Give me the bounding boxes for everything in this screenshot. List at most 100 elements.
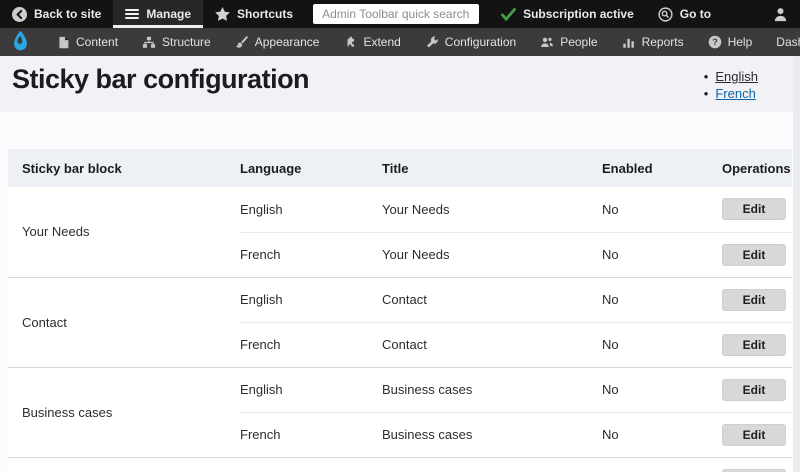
edit-button[interactable]: Edit — [722, 423, 786, 446]
admin-toolbar: Back to site Manage Shortcuts Subscripti… — [0, 0, 800, 28]
subscription-status-label: Subscription active — [523, 7, 634, 21]
operations-cell: Edit — [722, 232, 792, 278]
title-cell: Find an office — [382, 457, 602, 472]
operations-cell: Edit — [722, 367, 792, 413]
star-icon — [215, 7, 230, 21]
language-link-english[interactable]: English — [715, 69, 758, 84]
enabled-cell: No — [602, 277, 722, 323]
table-row: Business cases English Business cases No… — [8, 367, 792, 458]
edit-button[interactable]: Edit — [722, 468, 786, 472]
edit-button[interactable]: Edit — [722, 198, 786, 221]
people-icon — [541, 37, 554, 47]
enabled-cell: No — [602, 322, 722, 368]
page-title: Sticky bar configuration — [12, 64, 310, 94]
edit-button[interactable]: Edit — [722, 378, 786, 401]
bar-chart-icon — [622, 38, 634, 48]
language-cell: French — [240, 232, 382, 278]
menu-item-structure[interactable]: Structure — [130, 28, 223, 56]
enabled-cell: No — [602, 412, 722, 458]
go-to-label: Go to — [679, 7, 712, 21]
menu-item-label: Extend — [363, 35, 401, 49]
menu-item-label: Configuration — [444, 35, 517, 49]
drupal-logo-icon[interactable] — [10, 30, 31, 54]
language-cell: English — [240, 187, 382, 233]
back-to-site-label: Back to site — [34, 7, 102, 21]
admin-menu-bar: Content Structure Appearance Extend Conf… — [0, 28, 800, 56]
menu-item-reports[interactable]: Reports — [610, 28, 696, 56]
enabled-cell: No — [602, 457, 722, 472]
table-group-business-cases: Business cases English Business cases No… — [8, 367, 792, 458]
file-icon — [59, 36, 69, 48]
title-cell: Business cases — [382, 367, 602, 413]
menu-item-appearance[interactable]: Appearance — [223, 28, 332, 56]
manage-tab[interactable]: Manage — [113, 0, 204, 28]
enabled-cell: No — [602, 187, 722, 233]
table-group-your-needs: Your Needs English Your Needs No Edit Fr… — [8, 187, 792, 278]
operations-cell: Edit — [722, 277, 792, 323]
chevron-left-circle-icon — [12, 6, 27, 22]
column-header-language: Language — [240, 149, 382, 187]
shortcuts-label: Shortcuts — [237, 7, 294, 21]
table-group-find-an-office: English Find an office No Edit — [8, 457, 792, 472]
table-header-row: Sticky bar block Language Title Enabled … — [8, 149, 792, 187]
sitemap-icon — [142, 36, 156, 48]
title-cell: Contact — [382, 322, 602, 368]
drupal-admin-screen: Back to site Manage Shortcuts Subscripti… — [0, 0, 800, 472]
menu-item-label: Structure — [162, 35, 211, 49]
operations-cell: Edit — [722, 322, 792, 368]
language-switcher: English French — [704, 68, 758, 102]
block-name-cell: Business cases — [8, 367, 240, 458]
puzzle-icon — [348, 36, 355, 47]
operations-cell: Edit — [722, 187, 792, 233]
shortcuts-button[interactable]: Shortcuts — [203, 0, 305, 28]
column-header-block: Sticky bar block — [8, 149, 240, 187]
wrench-icon — [426, 36, 438, 48]
paintbrush-icon — [235, 35, 248, 48]
sticky-bar-table: Sticky bar block Language Title Enabled … — [8, 149, 792, 472]
title-cell: Contact — [382, 277, 602, 323]
menu-item-people[interactable]: People — [528, 28, 609, 56]
go-to-button[interactable]: Go to — [646, 0, 723, 28]
scrollbar[interactable] — [793, 56, 800, 472]
page-header: Sticky bar configuration English French — [0, 56, 800, 112]
table-row: English Find an office No Edit — [8, 457, 792, 472]
column-header-title: Title — [382, 149, 602, 187]
enabled-cell: No — [602, 232, 722, 278]
edit-button[interactable]: Edit — [722, 333, 786, 356]
svg-text:?: ? — [712, 37, 718, 47]
magnifier-circle-icon — [658, 6, 673, 22]
language-item-french: French — [704, 85, 758, 102]
enabled-cell: No — [602, 367, 722, 413]
checkmark-icon — [501, 7, 516, 21]
menu-item-label: Appearance — [254, 35, 320, 49]
menu-item-label: People — [560, 35, 598, 49]
menu-item-label: Reports — [641, 35, 684, 49]
menu-item-label: Dashboard — [776, 35, 800, 49]
user-icon — [774, 7, 787, 21]
edit-button[interactable]: Edit — [722, 243, 786, 266]
edit-button[interactable]: Edit — [722, 288, 786, 311]
menu-item-label: Help — [727, 35, 753, 49]
back-to-site-button[interactable]: Back to site — [0, 0, 113, 28]
table-row: Contact English Contact No Edit — [8, 277, 792, 368]
language-item-english: English — [704, 68, 758, 85]
language-cell: English — [240, 367, 382, 413]
question-circle-icon: ? — [708, 35, 721, 49]
table-row: Your Needs English Your Needs No Edit — [8, 187, 792, 278]
title-cell: Your Needs — [382, 232, 602, 278]
quick-search-input[interactable] — [313, 4, 480, 24]
operations-cell: Edit — [722, 457, 792, 472]
language-link-french[interactable]: French — [715, 86, 755, 101]
menu-item-help[interactable]: ? Help — [696, 28, 765, 56]
menu-item-extend[interactable]: Extend — [331, 28, 412, 56]
menu-item-label: Content — [76, 35, 119, 49]
language-cell: English — [240, 277, 382, 323]
operations-cell: Edit — [722, 412, 792, 458]
menu-item-configuration[interactable]: Configuration — [413, 28, 528, 56]
language-cell: French — [240, 322, 382, 368]
menu-item-content[interactable]: Content — [45, 28, 130, 56]
title-cell: Your Needs — [382, 187, 602, 233]
user-menu-button[interactable] — [761, 0, 800, 28]
menu-item-dashboard[interactable]: Dashboard — [764, 28, 800, 56]
